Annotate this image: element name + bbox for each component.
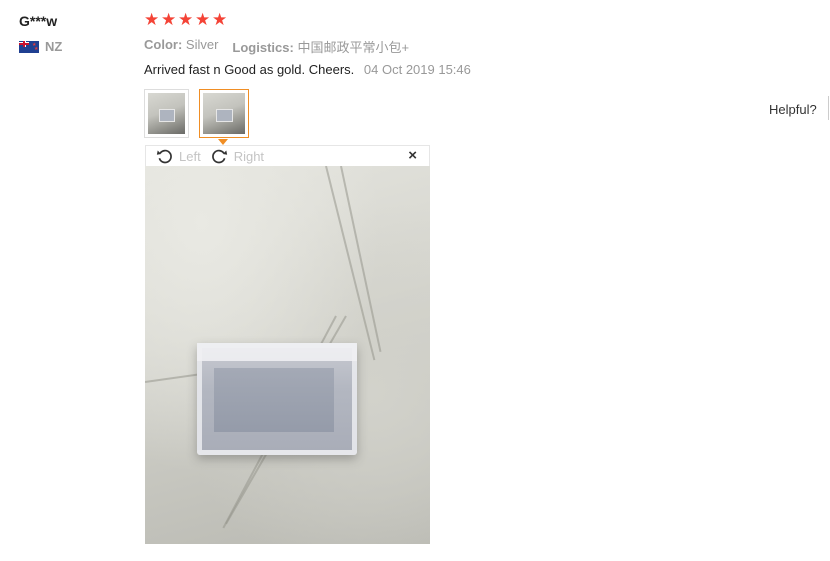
star-icon: ★: [144, 10, 160, 29]
close-icon[interactable]: ×: [408, 147, 417, 164]
photo-thumbnail-active[interactable]: [199, 89, 249, 145]
divider: [828, 96, 829, 120]
attribute-label: Logistics:: [232, 40, 294, 55]
country-code: NZ: [45, 39, 63, 54]
star-icon: ★: [212, 10, 228, 29]
attribute-color: Color: Silver: [144, 37, 218, 56]
rotate-left-button[interactable]: Left: [156, 148, 201, 165]
attribute-value: 中国邮政平常小包+: [297, 40, 410, 55]
review-photo-large: [145, 166, 430, 544]
reviewer-name: G***w: [19, 13, 58, 29]
review-body: Arrived fast n Good as gold. Cheers. 04 …: [144, 62, 471, 77]
star-icon: ★: [178, 10, 194, 29]
review-date: 04 Oct 2019 15:46: [363, 62, 471, 77]
review-photo-thumbnails: [144, 89, 249, 145]
order-attributes: Color: Silver Logistics: 中国邮政平常小包+: [144, 37, 409, 56]
rotate-left-label: Left: [179, 148, 201, 164]
thumbnail-image: [148, 93, 185, 134]
review-text: Arrived fast n Good as gold. Cheers.: [144, 62, 355, 77]
reviewer-country: ★ ★ NZ: [19, 39, 62, 54]
thumbnail-image: [203, 93, 245, 134]
star-icon: ★: [195, 10, 211, 29]
helpful-button[interactable]: Helpful?: [769, 102, 817, 117]
star-rating: ★ ★ ★ ★ ★: [144, 10, 228, 29]
attribute-label: Color:: [144, 37, 183, 52]
nz-flag-icon: ★ ★: [19, 40, 39, 53]
rotate-left-icon: [156, 149, 172, 163]
rotate-right-button[interactable]: Right: [211, 148, 264, 165]
package-in-photo: [197, 343, 357, 455]
star-icon: ★: [161, 10, 177, 29]
rotate-right-label: Right: [233, 148, 265, 164]
photo-thumbnail[interactable]: [144, 89, 189, 138]
attribute-logistics: Logistics: 中国邮政平常小包+: [232, 37, 409, 56]
image-viewer-toolbar: Left Right ×: [145, 145, 430, 166]
rotate-right-icon: [211, 149, 227, 163]
attribute-value: Silver: [185, 37, 219, 52]
